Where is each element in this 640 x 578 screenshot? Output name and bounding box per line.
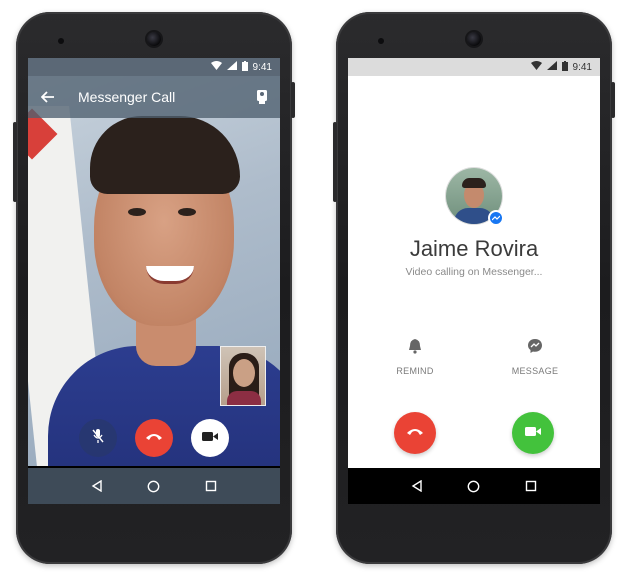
front-camera [147, 32, 161, 46]
status-bar: 9:41 [28, 58, 280, 76]
self-shirt [227, 391, 261, 405]
app-bar-title: Messenger Call [78, 89, 176, 105]
signal-icon [226, 61, 237, 73]
signal-icon [546, 61, 557, 73]
video-camera-icon [202, 429, 218, 447]
recents-icon[interactable] [199, 474, 223, 498]
nav-bar [348, 468, 600, 504]
home-icon[interactable] [142, 474, 166, 498]
incoming-call-screen: Jaime Rovira Video calling on Messenger.… [348, 76, 600, 468]
remote-video [28, 76, 280, 466]
recents-icon[interactable] [519, 474, 543, 498]
mic-off-icon [91, 428, 105, 449]
battery-icon [241, 60, 248, 74]
switch-camera-icon[interactable] [244, 89, 280, 105]
end-call-icon [406, 424, 424, 442]
call-controls [28, 416, 280, 460]
back-arrow-icon[interactable] [28, 87, 68, 108]
avatar-hair [462, 178, 486, 188]
stage: 9:41 Messenger Call 9:41 Jaime Rovira Vi… [0, 0, 640, 578]
left-screen: 9:41 Messenger Call [28, 58, 280, 504]
mute-button[interactable] [79, 419, 117, 457]
front-camera [467, 32, 481, 46]
wifi-icon [210, 61, 222, 73]
video-camera-icon [525, 424, 541, 442]
self-view-preview[interactable] [220, 346, 266, 406]
remind-label: REMIND [396, 366, 434, 376]
back-icon[interactable] [405, 474, 429, 498]
app-bar: Messenger Call [28, 76, 280, 118]
remind-button[interactable]: REMIND [380, 338, 450, 376]
message-label: MESSAGE [511, 366, 559, 376]
self-face [233, 359, 255, 387]
messenger-badge-icon [488, 210, 504, 226]
nav-bar [28, 468, 280, 504]
bell-icon [380, 338, 450, 358]
left-phone: 9:41 Messenger Call [13, 12, 295, 564]
wifi-icon [530, 61, 542, 73]
accept-video-call-button[interactable] [512, 412, 554, 454]
back-icon[interactable] [85, 474, 109, 498]
right-phone: 9:41 Jaime Rovira Video calling on Messe… [333, 12, 615, 564]
proximity-sensor [58, 38, 64, 44]
person-eye [178, 208, 196, 216]
home-icon[interactable] [462, 474, 486, 498]
power-button [611, 82, 615, 118]
volume-button [333, 122, 337, 202]
right-screen: 9:41 Jaime Rovira Video calling on Messe… [348, 58, 600, 504]
person-eye [128, 208, 146, 216]
message-button[interactable]: MESSAGE [500, 338, 570, 376]
end-call-icon [145, 429, 163, 447]
power-button [291, 82, 295, 118]
status-time: 9:41 [572, 61, 592, 73]
caller-name: Jaime Rovira [409, 236, 539, 261]
battery-icon [561, 60, 568, 74]
volume-button [13, 122, 17, 202]
status-time: 9:41 [252, 61, 272, 73]
messenger-icon [500, 338, 570, 358]
video-toggle-button[interactable] [191, 419, 229, 457]
person-hair [90, 116, 240, 194]
decline-call-button[interactable] [394, 412, 436, 454]
end-call-button[interactable] [135, 419, 173, 457]
status-bar: 9:41 [348, 58, 600, 76]
call-status: Video calling on Messenger... [405, 266, 543, 278]
proximity-sensor [378, 38, 384, 44]
